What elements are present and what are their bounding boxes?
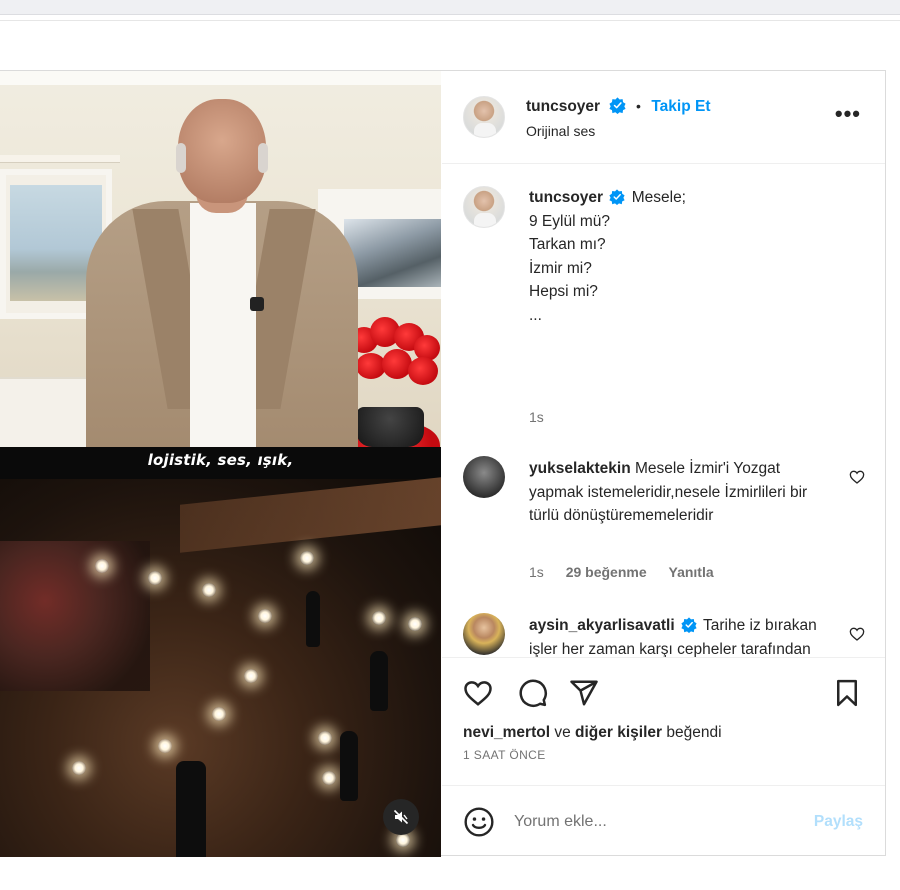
speaker-muted-icon <box>393 809 409 825</box>
person-head <box>178 99 266 203</box>
caption-line: Tarkan mı? <box>529 236 606 253</box>
bookmark-icon[interactable] <box>832 678 862 708</box>
avatar[interactable] <box>463 456 505 498</box>
emoji-icon[interactable] <box>463 806 495 838</box>
comments-list[interactable]: tuncsoyer Mesele; 9 Eylül mü? Tarkan mı?… <box>442 164 885 657</box>
avatar[interactable] <box>463 613 505 655</box>
divider <box>0 20 900 21</box>
like-heart-icon[interactable] <box>463 678 493 708</box>
comment-input[interactable] <box>514 808 794 836</box>
stage-light <box>318 731 332 745</box>
shelf <box>0 155 120 163</box>
post-actions: nevi_mertol ve diğer kişiler beğendi 1 S… <box>442 657 885 785</box>
follow-button[interactable]: Takip Et <box>651 98 710 115</box>
person-shirt <box>190 203 256 447</box>
post-side-panel: tuncsoyer • Takip Et Orijinal ses ••• tu… <box>442 71 885 857</box>
stage-light <box>396 833 410 847</box>
performer <box>306 591 320 647</box>
share-plane-icon[interactable] <box>569 678 599 708</box>
stage-light <box>212 707 226 721</box>
cabinet <box>0 377 92 447</box>
stage-light <box>322 771 336 785</box>
stage-light <box>72 761 86 775</box>
caption-time[interactable]: 1s <box>529 409 544 425</box>
liked-by-others[interactable]: diğer kişiler <box>575 724 662 741</box>
stage-light <box>95 559 109 573</box>
comment-username[interactable]: yukselaktekin <box>529 460 631 477</box>
verified-badge-icon <box>608 97 626 114</box>
comment-time[interactable]: 1s <box>529 564 544 580</box>
stage-light <box>158 739 172 753</box>
post-video[interactable]: lojistik, ses, ışık, <box>0 71 441 857</box>
wall-strip <box>0 71 441 85</box>
caption-line: Hepsi mi? <box>529 283 598 300</box>
avatar[interactable] <box>463 186 505 228</box>
post-header: tuncsoyer • Takip Et Orijinal ses ••• <box>442 71 885 164</box>
post-comment-button[interactable]: Paylaş <box>814 813 863 831</box>
heart-icon[interactable] <box>849 469 865 485</box>
header-user-line: tuncsoyer • Takip Et <box>526 97 711 116</box>
comment-username[interactable]: aysin_akyarlisavatli <box>529 617 675 634</box>
comment-text: yukselaktekin Mesele İzmir'i Yozgat yapm… <box>529 457 829 528</box>
performer <box>370 651 388 711</box>
comment-composer: Paylaş <box>442 785 885 857</box>
stage-light <box>300 551 314 565</box>
audio-label[interactable]: Orijinal ses <box>526 123 595 139</box>
caption-line: Mesele; <box>631 189 686 206</box>
stage-light <box>148 571 162 585</box>
mute-button[interactable] <box>383 799 419 835</box>
video-subtitle: lojistik, ses, ışık, <box>147 451 294 469</box>
verified-badge-icon <box>681 617 697 633</box>
vase <box>356 407 424 447</box>
stage-light <box>258 609 272 623</box>
more-options-button[interactable]: ••• <box>835 103 861 125</box>
liked-by-user[interactable]: nevi_mertol <box>463 724 550 741</box>
stage-light <box>408 617 422 631</box>
stage-light <box>372 611 386 625</box>
rose-bouquet <box>348 257 441 479</box>
caption-username[interactable]: tuncsoyer <box>529 189 603 206</box>
post-time[interactable]: 1 SAAT ÖNCE <box>463 748 546 762</box>
reply-button[interactable]: Yanıtla <box>669 564 714 580</box>
stage-light <box>244 669 258 683</box>
caption-line: İzmir mi? <box>529 259 592 277</box>
comment-likes[interactable]: 29 beğenme <box>566 564 647 580</box>
verified-badge-icon <box>609 189 626 205</box>
comment-text: aysin_akyarlisavatli Tarihe iz bırakan i… <box>529 614 829 657</box>
concert-crowd <box>0 541 150 691</box>
caption-text: tuncsoyer Mesele; 9 Eylül mü? Tarkan mı?… <box>529 186 829 327</box>
heart-icon[interactable] <box>849 626 865 642</box>
caption-meta: 1s <box>529 409 562 425</box>
caption-line: 9 Eylül mü? <box>529 212 610 230</box>
liked-by-text: nevi_mertol ve diğer kişiler beğendi <box>463 724 722 741</box>
performer <box>176 761 206 857</box>
lapel-mic <box>250 297 264 311</box>
performer <box>340 731 358 801</box>
post-dialog: lojistik, ses, ışık, tuncsoyer • Takip E… <box>0 70 886 857</box>
stage-light <box>202 583 216 597</box>
comment-meta: 1s 29 beğenme Yanıtla <box>529 564 732 580</box>
header-username[interactable]: tuncsoyer <box>526 98 600 115</box>
caption-line: ... <box>529 306 542 324</box>
comment-bubble-icon[interactable] <box>518 678 548 708</box>
separator: • <box>636 98 641 114</box>
browser-top-bar <box>0 0 900 15</box>
avatar[interactable] <box>463 96 505 138</box>
